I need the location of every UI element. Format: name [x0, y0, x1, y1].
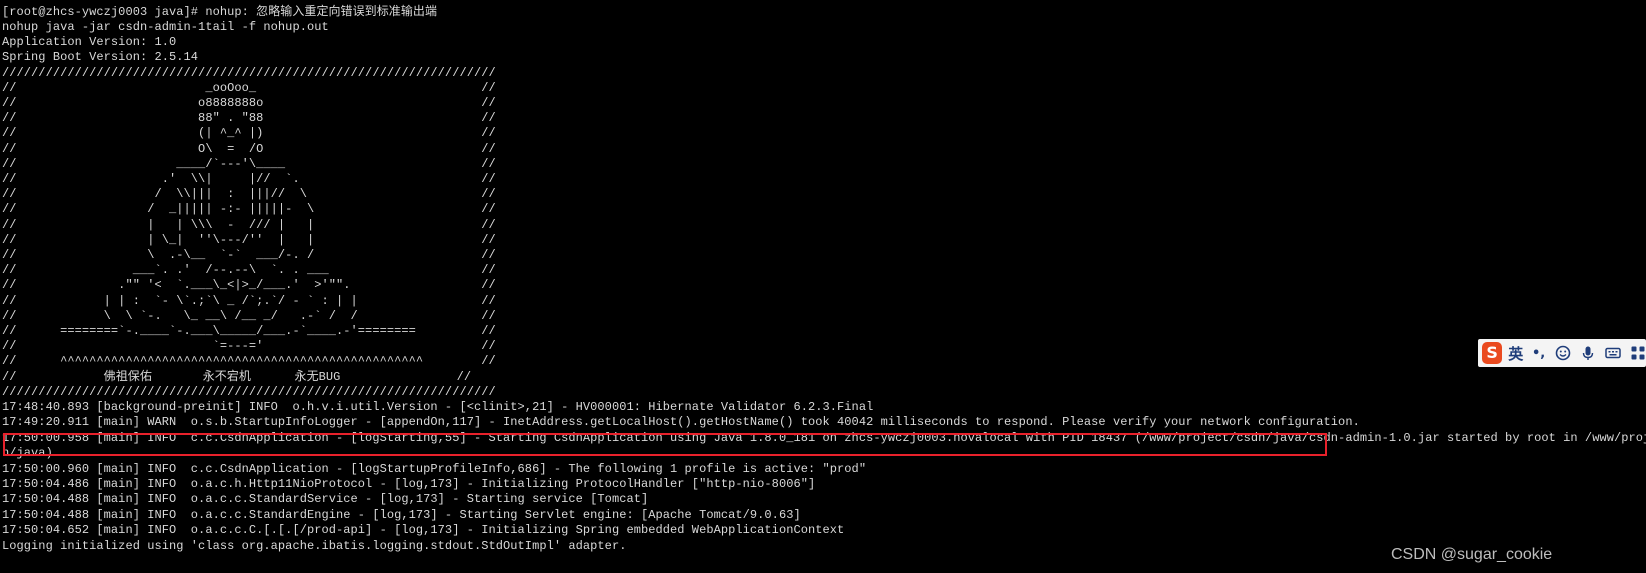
terminal-line: ////////////////////////////////////////…: [2, 66, 496, 80]
keyboard-icon[interactable]: [1605, 345, 1621, 361]
punctuation-toggle[interactable]: •,: [1531, 345, 1546, 361]
ascii-art-line: // O\ = /O //: [2, 142, 496, 156]
ascii-art-line: // (| ^_^ |) //: [2, 126, 496, 140]
ascii-art-line: // / _||||| -:- |||||- \ //: [2, 202, 496, 216]
ime-language-toggle[interactable]: 英: [1508, 343, 1523, 364]
ascii-art-line: // 88" . "88 //: [2, 111, 496, 125]
ascii-art-line: // ___`. .' /--.--\ `. . ___ //: [2, 263, 496, 277]
ascii-art-line: // o8888888o //: [2, 96, 496, 110]
ascii-art-line: // ========`-.____`-.___\_____/___.-`___…: [2, 324, 496, 338]
ascii-art-line: // _ooOoo_ //: [2, 81, 496, 95]
ascii-art-line: // \ \ `-. \_ __\ /__ _/ .-` / / //: [2, 309, 496, 323]
terminal-line: [root@zhcs-ywczj0003 java]# nohup: 忽略输入重…: [2, 5, 438, 19]
ascii-art-line: // 佛祖保佑 永不宕机 永无BUG //: [2, 370, 472, 384]
sogou-logo-icon[interactable]: S: [1482, 342, 1503, 364]
terminal-line: nohup java -jar csdn-admin-1tail -f nohu…: [2, 20, 329, 34]
ascii-art-line: // ____/`---'\____ //: [2, 157, 496, 171]
ascii-art-line: // .' \\| |// `. //: [2, 172, 496, 186]
log-line: 17:50:04.488 [main] INFO o.a.c.c.Standar…: [2, 492, 649, 506]
microphone-icon[interactable]: [1580, 345, 1596, 361]
warning-highlight-box: [3, 433, 1327, 456]
log-line: 17:50:04.488 [main] INFO o.a.c.c.Standar…: [2, 508, 801, 522]
terminal-line: Application Version: 1.0: [2, 35, 177, 49]
log-line: 17:50:04.652 [main] INFO o.a.c.c.C.[.[.[…: [2, 523, 845, 537]
ascii-art-line: // ."" '< `.___\_<|>_/___.' >'"". //: [2, 278, 496, 292]
log-line: 17:50:04.486 [main] INFO o.a.c.h.Http11N…: [2, 477, 816, 491]
ascii-art-line: // `=---=' //: [2, 339, 496, 353]
ascii-art-line: // | | \\\ - /// | | //: [2, 218, 496, 232]
log-line: 17:50:00.960 [main] INFO c.c.CsdnApplica…: [2, 462, 867, 476]
ascii-art-line: // | \_| ''\---/'' | | //: [2, 233, 496, 247]
ascii-art-line: // / \\||| : |||// \ //: [2, 187, 496, 201]
ime-toolbar[interactable]: S 英 •,: [1478, 339, 1646, 367]
ascii-art-line: // \ .-\__ `-` ___/-. / //: [2, 248, 496, 262]
emoji-icon[interactable]: [1555, 345, 1571, 361]
log-line: 17:48:40.893 [background-preinit] INFO o…: [2, 400, 874, 414]
grid-menu-icon[interactable]: [1630, 345, 1646, 361]
terminal-line: ////////////////////////////////////////…: [2, 385, 496, 399]
terminal-window[interactable]: [root@zhcs-ywczj0003 java]# nohup: 忽略输入重…: [0, 0, 1646, 573]
ascii-art-line: // | | : `- \`.;`\ _ /`;.`/ - ` : | | //: [2, 294, 496, 308]
log-line-warning: 17:49:20.911 [main] WARN o.s.b.StartupIn…: [2, 415, 1360, 429]
watermark: CSDN @sugar_cookie: [1391, 546, 1553, 563]
terminal-line: Spring Boot Version: 2.5.14: [2, 50, 199, 64]
log-line: Logging initialized using 'class org.apa…: [2, 539, 627, 553]
ascii-art-line: // ^^^^^^^^^^^^^^^^^^^^^^^^^^^^^^^^^^^^^…: [2, 354, 496, 368]
